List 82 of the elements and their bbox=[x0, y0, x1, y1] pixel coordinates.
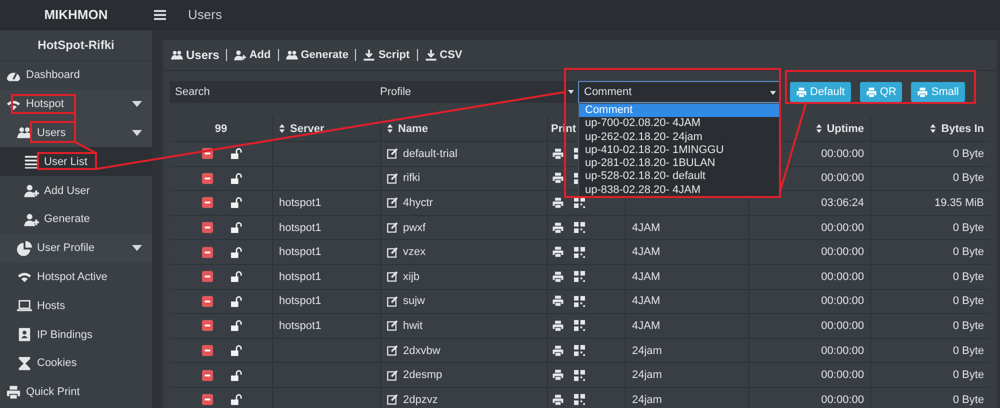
table-cell: 00:00:00 bbox=[821, 172, 864, 184]
user-name[interactable]: 2desmp bbox=[403, 369, 442, 382]
dropdown-option[interactable]: up-528-02.18.20- default bbox=[579, 170, 780, 184]
table-cell: 0 Byte bbox=[952, 320, 984, 332]
table-cell: hotspot1 bbox=[279, 295, 322, 308]
table-cell: 4JAM bbox=[632, 270, 660, 283]
table-cell: 4JAM bbox=[632, 295, 660, 308]
sidebar-item[interactable]: Dashboard bbox=[0, 61, 152, 90]
table-cell: 00:00:00 bbox=[821, 295, 864, 308]
table-cell: hotspot1 bbox=[279, 222, 322, 234]
table-cell: 0 Byte bbox=[952, 172, 984, 184]
toolbar-link[interactable]: Generate bbox=[278, 49, 356, 61]
search-field[interactable]: Search bbox=[170, 81, 375, 103]
sidebar-item[interactable]: User List bbox=[0, 147, 152, 176]
brand-logo[interactable]: MIKHMON bbox=[0, 7, 152, 22]
table-cell: 24jam bbox=[632, 344, 662, 357]
table-cell: 4JAM bbox=[632, 222, 660, 234]
sidebar-item[interactable]: Cookies bbox=[0, 348, 152, 378]
table-cell: 24jam bbox=[632, 369, 662, 382]
table-cell: 03:06:24 bbox=[821, 196, 864, 209]
table-cell: 00:00:00 bbox=[821, 320, 864, 332]
sidebar-item[interactable]: Generate bbox=[0, 204, 152, 234]
page-title: Users bbox=[188, 7, 222, 22]
user-name[interactable]: hwit bbox=[403, 320, 423, 332]
column-header[interactable]: Uptime bbox=[826, 122, 864, 134]
table-cell: hotspot1 bbox=[279, 270, 322, 283]
table-cell: 00:00:00 bbox=[821, 148, 864, 160]
user-name[interactable]: default-trial bbox=[403, 148, 458, 160]
dropdown-option[interactable]: up-838-02.28.20- 4JAM bbox=[579, 184, 780, 198]
column-header[interactable]: Server bbox=[290, 122, 324, 134]
toolbar-link[interactable]: Script bbox=[355, 49, 417, 61]
sidebar-item[interactable]: Hotspot bbox=[0, 90, 152, 119]
comment-select[interactable]: Comment bbox=[578, 81, 781, 103]
table-cell: 0 Byte bbox=[952, 222, 984, 234]
user-name[interactable]: sujw bbox=[403, 295, 426, 308]
dropdown-option[interactable]: up-700-02.08.20- 4JAM bbox=[579, 117, 780, 131]
column-header[interactable]: 99 bbox=[214, 122, 228, 134]
sidebar-item[interactable]: Users bbox=[0, 118, 152, 148]
table-cell: 0 Byte bbox=[952, 394, 984, 406]
sidebar-title: HotSpot-Rifki bbox=[0, 30, 152, 61]
user-name[interactable]: 2dpzvz bbox=[403, 394, 438, 406]
sidebar-item[interactable]: Hosts bbox=[0, 291, 152, 320]
user-name[interactable]: pwxf bbox=[403, 222, 426, 234]
table-cell: 0 Byte bbox=[952, 344, 984, 357]
table-cell: hotspot1 bbox=[279, 320, 322, 332]
sidebar-item[interactable]: User Profile bbox=[0, 234, 152, 263]
table-cell: 0 Byte bbox=[952, 270, 984, 283]
table-cell: 0 Byte bbox=[952, 369, 984, 382]
sidebar-item[interactable]: Quick Print bbox=[0, 378, 152, 407]
table-cell: 00:00:00 bbox=[821, 394, 864, 406]
column-header[interactable]: Name bbox=[398, 122, 428, 134]
user-name[interactable]: 4hyctr bbox=[403, 196, 433, 209]
table-cell: 00:00:00 bbox=[821, 344, 864, 357]
profile-select[interactable]: Profile bbox=[375, 81, 578, 103]
dropdown-option[interactable]: Comment bbox=[579, 104, 780, 118]
dropdown-option[interactable]: up-410-02.18.20- 1MINGGU bbox=[579, 144, 780, 158]
table-cell: hotspot1 bbox=[279, 246, 322, 258]
sidebar-item[interactable]: IP Bindings bbox=[0, 320, 152, 349]
table-cell: 19.35 MiB bbox=[934, 196, 984, 209]
table-cell: 0 Byte bbox=[952, 295, 984, 308]
dropdown-option[interactable]: up-281-02.18.20- 1BULAN bbox=[579, 157, 780, 170]
user-name[interactable]: vzex bbox=[403, 246, 426, 258]
sidebar-item[interactable]: Hotspot Active bbox=[0, 262, 152, 292]
toolbar-link[interactable]: CSV bbox=[416, 49, 470, 61]
dropdown-option[interactable]: up-262-02.18.20- 24jam bbox=[579, 130, 780, 144]
table-cell: hotspot1 bbox=[279, 196, 322, 209]
table-cell: 4JAM bbox=[632, 246, 660, 258]
user-name[interactable]: rifki bbox=[403, 172, 420, 184]
toolbar-link[interactable]: Users bbox=[171, 49, 226, 61]
table-cell: 00:00:00 bbox=[821, 270, 864, 283]
user-name[interactable]: 2dxvbw bbox=[403, 344, 440, 357]
column-header[interactable]: Bytes In bbox=[941, 122, 984, 134]
toolbar-link[interactable]: Add bbox=[226, 49, 278, 61]
table-cell: 4JAM bbox=[632, 320, 660, 332]
sidebar-item[interactable]: Add User bbox=[0, 176, 152, 205]
user-name[interactable]: xijb bbox=[403, 270, 420, 283]
table-cell: 24jam bbox=[632, 394, 662, 406]
table-cell: 00:00:00 bbox=[821, 246, 864, 258]
table-cell: 00:00:00 bbox=[821, 222, 864, 234]
table-cell: 00:00:00 bbox=[821, 369, 864, 382]
table-cell: 0 Byte bbox=[952, 246, 984, 258]
table-cell: 0 Byte bbox=[952, 148, 984, 160]
